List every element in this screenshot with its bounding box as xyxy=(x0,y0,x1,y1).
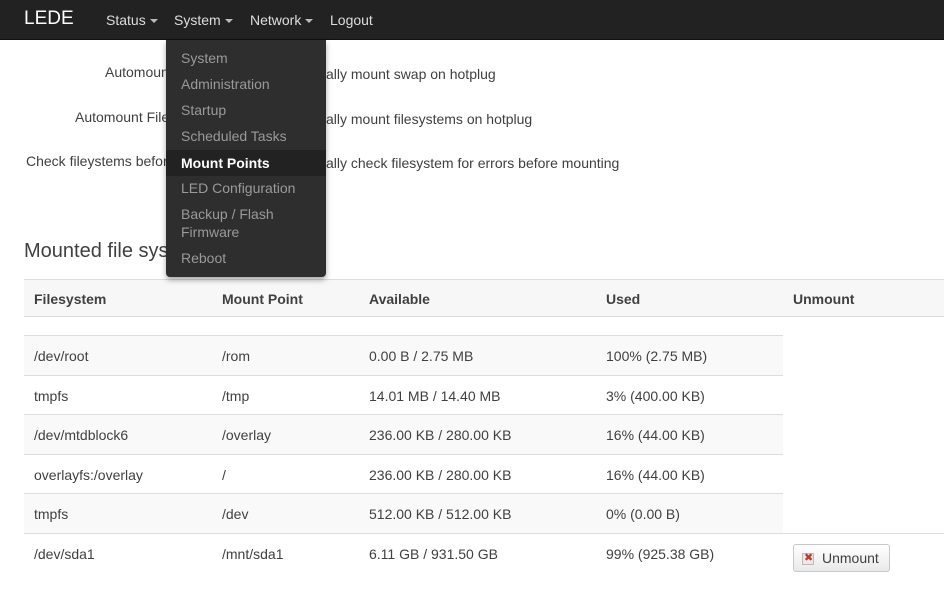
top-navbar: LEDE Status System Network Logout xyxy=(0,0,944,40)
menu-item-reboot[interactable]: Reboot xyxy=(166,249,326,267)
cell-mount-point: /mnt/sda1 xyxy=(222,546,284,562)
cell-mount-point: / xyxy=(222,467,226,483)
menu-item-system[interactable]: System xyxy=(166,49,326,67)
cell-available: 236.00 KB / 280.00 KB xyxy=(369,427,512,443)
menu-item-backup-flash-label-line2: Firmware xyxy=(181,224,240,240)
option-label-check-fs: Check fileystems before xyxy=(26,153,176,169)
cell-used: 0% (0.00 B) xyxy=(606,506,680,522)
cell-filesystem: /dev/root xyxy=(34,348,89,364)
cell-mount-point: /dev xyxy=(222,506,249,522)
nav-status-label: Status xyxy=(106,12,146,28)
option-desc-check-fs: ally check filesystem for errors before … xyxy=(326,155,620,171)
nav-network-label: Network xyxy=(250,12,302,28)
remove-icon xyxy=(802,551,814,565)
cell-used: 99% (925.38 GB) xyxy=(606,546,715,562)
option-desc-automount-fs: ally mount filesystems on hotplug xyxy=(326,111,533,127)
cell-filesystem: tmpfs xyxy=(34,388,69,404)
menu-item-startup[interactable]: Startup xyxy=(166,101,326,119)
table-header: Filesystem Mount Point Available Used Un… xyxy=(24,279,944,317)
cell-mount-point: /rom xyxy=(222,348,250,364)
menu-item-led-configuration[interactable]: LED Configuration xyxy=(166,179,326,197)
caret-down-icon xyxy=(305,19,314,24)
system-dropdown-menu: System Administration Startup Scheduled … xyxy=(166,40,326,277)
col-header-available: Available xyxy=(369,291,430,307)
col-header-unmount: Unmount xyxy=(793,291,855,307)
cell-mount-point: /overlay xyxy=(222,427,272,443)
cell-filesystem: /dev/mtdblock6 xyxy=(34,427,129,443)
cell-filesystem: tmpfs xyxy=(34,506,69,522)
option-label-automount-swap: Automount xyxy=(105,64,173,80)
option-label-automount-fs: Automount Files xyxy=(75,109,177,125)
caret-down-icon xyxy=(149,19,158,24)
cell-available: 0.00 B / 2.75 MB xyxy=(369,348,474,364)
col-header-filesystem: Filesystem xyxy=(34,291,107,307)
unmount-button[interactable]: Unmount xyxy=(793,544,890,572)
cell-used: 16% (44.00 KB) xyxy=(606,427,705,443)
cell-used: 100% (2.75 MB) xyxy=(606,348,708,364)
unmount-button-label: Unmount xyxy=(822,550,879,566)
section-title-mounted-fs: Mounted file sys xyxy=(24,240,169,262)
menu-item-scheduled-tasks[interactable]: Scheduled Tasks xyxy=(166,127,326,145)
col-header-mount-point: Mount Point xyxy=(222,291,303,307)
table-row: /dev/root /rom 0.00 B / 2.75 MB 100% (2.… xyxy=(24,335,783,375)
menu-item-mount-points[interactable]: Mount Points xyxy=(166,150,326,176)
cell-available: 512.00 KB / 512.00 KB xyxy=(369,506,512,522)
nav-status[interactable]: Status xyxy=(106,12,158,28)
table-row: /dev/mtdblock6 /overlay 236.00 KB / 280.… xyxy=(24,414,783,454)
option-desc-automount-swap: ally mount swap on hotplug xyxy=(326,66,496,82)
menu-item-backup-flash-firmware[interactable]: Backup / Flash Firmware xyxy=(166,205,326,241)
table-row: overlayfs:/overlay / 236.00 KB / 280.00 … xyxy=(24,454,783,494)
cell-available: 14.01 MB / 14.40 MB xyxy=(369,388,501,404)
col-header-used: Used xyxy=(606,291,641,307)
nav-system[interactable]: System xyxy=(174,12,233,28)
cell-available: 6.11 GB / 931.50 GB xyxy=(369,546,498,562)
cell-available: 236.00 KB / 280.00 KB xyxy=(369,467,512,483)
table-row: tmpfs /dev 512.00 KB / 512.00 KB 0% (0.0… xyxy=(24,493,783,533)
cell-filesystem: overlayfs:/overlay xyxy=(34,467,143,483)
nav-logout[interactable]: Logout xyxy=(330,12,373,28)
cell-used: 3% (400.00 KB) xyxy=(606,388,705,404)
nav-network[interactable]: Network xyxy=(250,12,314,28)
menu-item-administration[interactable]: Administration xyxy=(166,75,326,93)
nav-system-label: System xyxy=(174,12,221,28)
menu-item-backup-flash-label-line1: Backup / Flash xyxy=(181,206,274,222)
brand-logo[interactable]: LEDE xyxy=(24,8,74,30)
caret-down-icon xyxy=(224,19,233,24)
table-row: tmpfs /tmp 14.01 MB / 14.40 MB 3% (400.0… xyxy=(24,375,783,415)
cell-filesystem: /dev/sda1 xyxy=(34,546,95,562)
cell-used: 16% (44.00 KB) xyxy=(606,467,705,483)
cell-mount-point: /tmp xyxy=(222,388,250,404)
